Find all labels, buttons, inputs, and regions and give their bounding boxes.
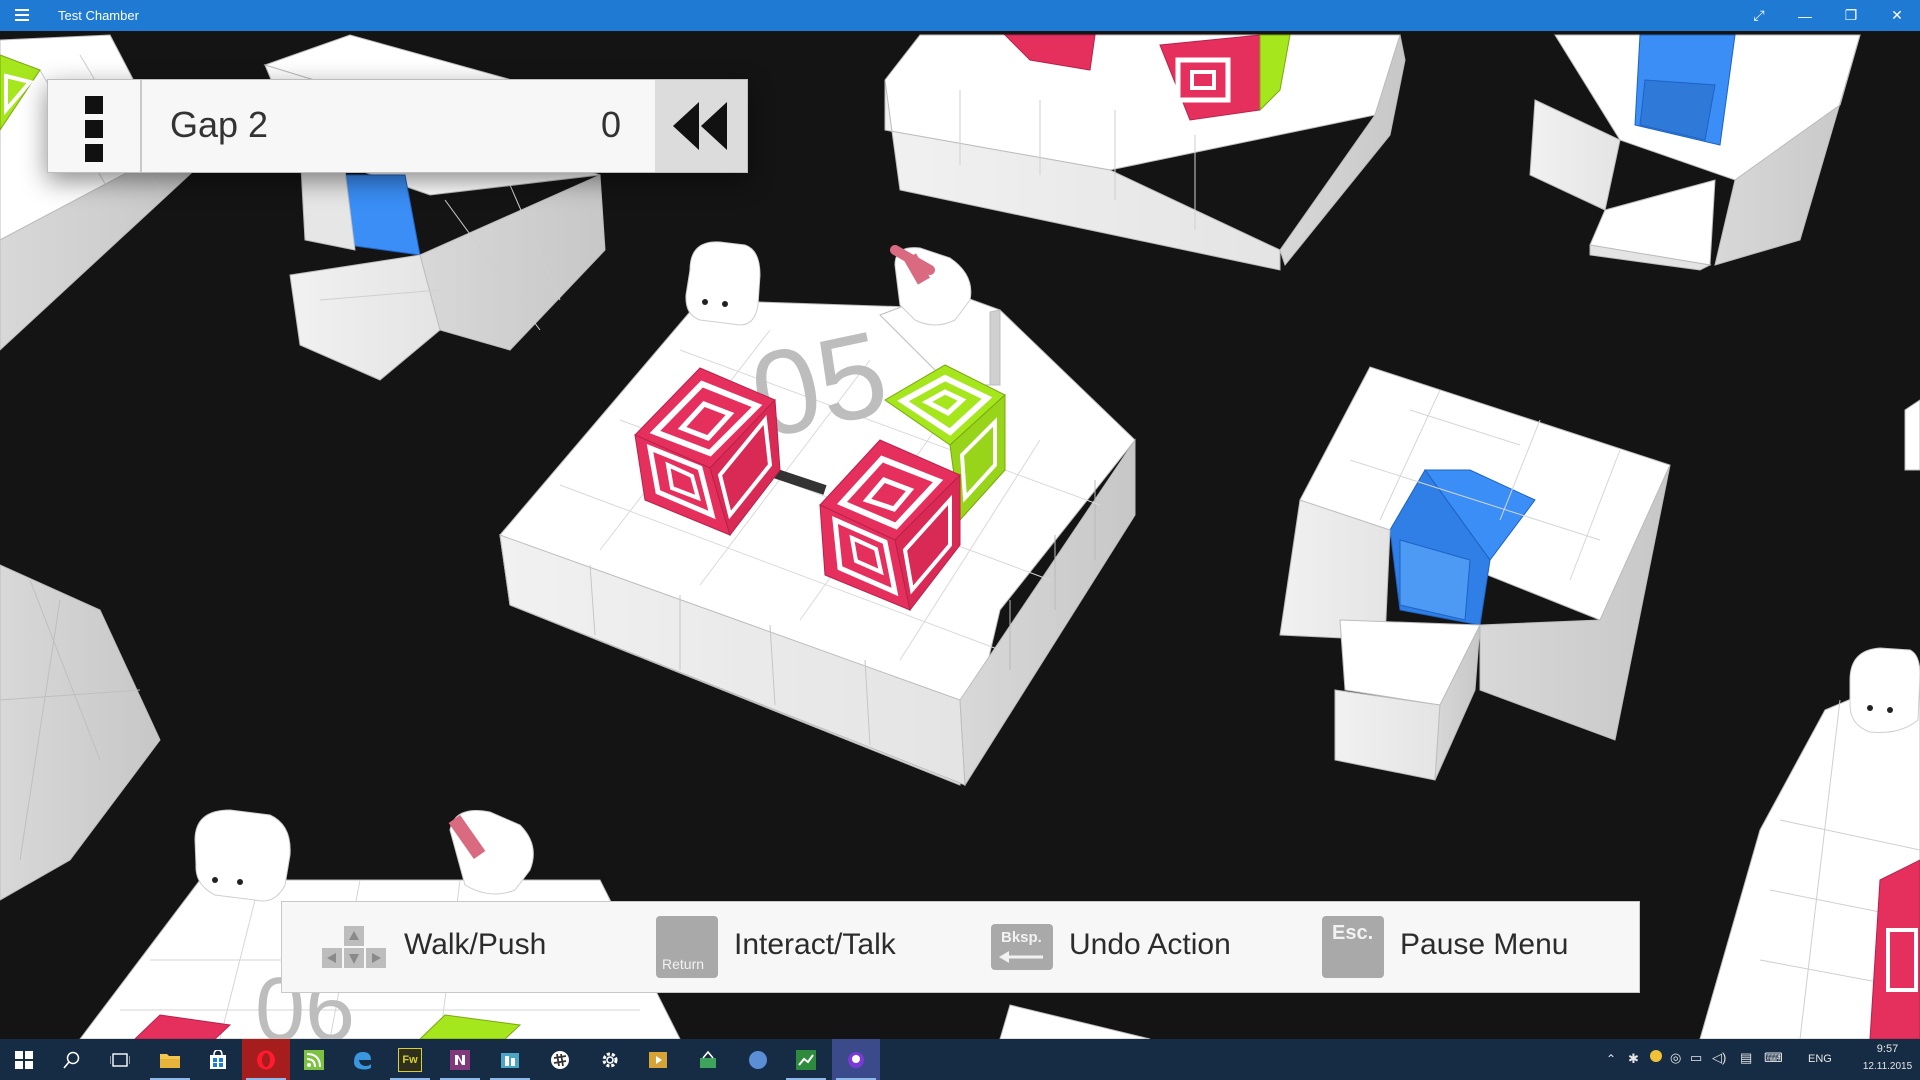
slack-icon[interactable] [536,1039,584,1080]
control-undo: Bksp. Undo Action [991,902,1291,992]
money-icon[interactable] [782,1039,830,1080]
task-view-icon[interactable] [96,1039,144,1080]
return-key-icon: Return [656,916,718,978]
tray-expand-icon[interactable]: ⌃ [1606,1052,1616,1066]
level-menu-button[interactable] [48,80,142,172]
close-button[interactable]: ✕ [1874,0,1920,31]
edge-icon[interactable] [338,1039,386,1080]
start-icon[interactable] [0,1039,48,1080]
volume-icon[interactable]: ◁) [1712,1050,1726,1066]
player-character [685,241,761,326]
maps-icon[interactable] [486,1039,534,1080]
control-interact: Return Interact/Talk [656,902,956,992]
window-title: Test Chamber [58,8,139,23]
level-name: Gap 2 [170,104,269,145]
fireworks-label: Fw [398,1047,422,1072]
menu-line [15,14,29,16]
notifications-icon[interactable]: ▤ [1740,1050,1752,1066]
fireworks-icon[interactable]: Fw [386,1039,434,1080]
clock[interactable]: 9:57 12.11.2015 [1855,1039,1920,1080]
rewind-button[interactable] [655,80,747,172]
windows-taskbar: Fw ⌃ ✱ ◎ ▭ ◁) ▤ ⌨ ENG 9:57 12.11.2015 [0,1039,1920,1080]
menu-dot [85,144,103,162]
restore-button[interactable]: ❐ [1828,0,1874,31]
bluetooth-icon[interactable]: ✱ [1628,1051,1639,1067]
control-walk: Walk/Push [322,902,602,992]
game-icon[interactable] [832,1039,880,1080]
control-pause-label: Pause Menu [1400,928,1569,961]
menu-dot [85,120,103,138]
store-icon[interactable] [194,1039,242,1080]
media-player-icon[interactable] [634,1039,682,1080]
search-icon[interactable] [48,1039,96,1080]
level-hud: Gap 2 0 [47,79,748,173]
backspace-key-icon: Bksp. [991,924,1053,970]
control-undo-label: Undo Action [1069,928,1231,961]
controls-help-bar: Walk/Push Return Interact/Talk Bksp. Und… [281,901,1640,993]
keyboard-icon[interactable]: ⌨ [1764,1050,1783,1066]
control-pause: Esc. Pause Menu [1322,902,1622,992]
globe-icon[interactable]: ◎ [1670,1050,1681,1066]
file-explorer-icon[interactable] [146,1039,194,1080]
esc-key-icon: Esc. [1322,916,1384,978]
rss-icon[interactable] [290,1039,338,1080]
phone-icon[interactable] [684,1039,732,1080]
move-counter: 0 [600,104,621,145]
xbox-icon[interactable] [734,1039,782,1080]
game-scene: 05 06 [0,31,1920,1039]
menu-dot [85,96,103,114]
fullscreen-button[interactable]: ⤢ [1736,0,1782,31]
avatar-icon[interactable] [1650,1050,1662,1062]
clock-date: 12.11.2015 [1862,1061,1913,1072]
arrow-keys-icon [322,926,386,968]
rewind-icon [673,102,727,150]
opera-icon[interactable] [242,1039,290,1080]
minimize-button[interactable]: — [1782,0,1828,31]
network-icon[interactable]: ▭ [1690,1050,1702,1066]
language-indicator[interactable]: ENG [1808,1053,1832,1065]
system-tray: ⌃ ✱ ◎ ▭ ◁) ▤ ⌨ [1604,1039,1804,1080]
window-title-bar: Test Chamber ⤢ — ❐ ✕ [0,0,1920,31]
onenote-icon[interactable] [436,1039,484,1080]
menu-line [15,9,29,11]
control-interact-label: Interact/Talk [734,928,896,961]
clock-time: 9:57 [1876,1043,1899,1055]
hamburger-menu-button[interactable] [10,4,34,26]
back-arrow-icon [999,951,1043,963]
settings-icon[interactable] [586,1039,634,1080]
menu-line [15,19,29,21]
control-walk-label: Walk/Push [404,928,547,961]
